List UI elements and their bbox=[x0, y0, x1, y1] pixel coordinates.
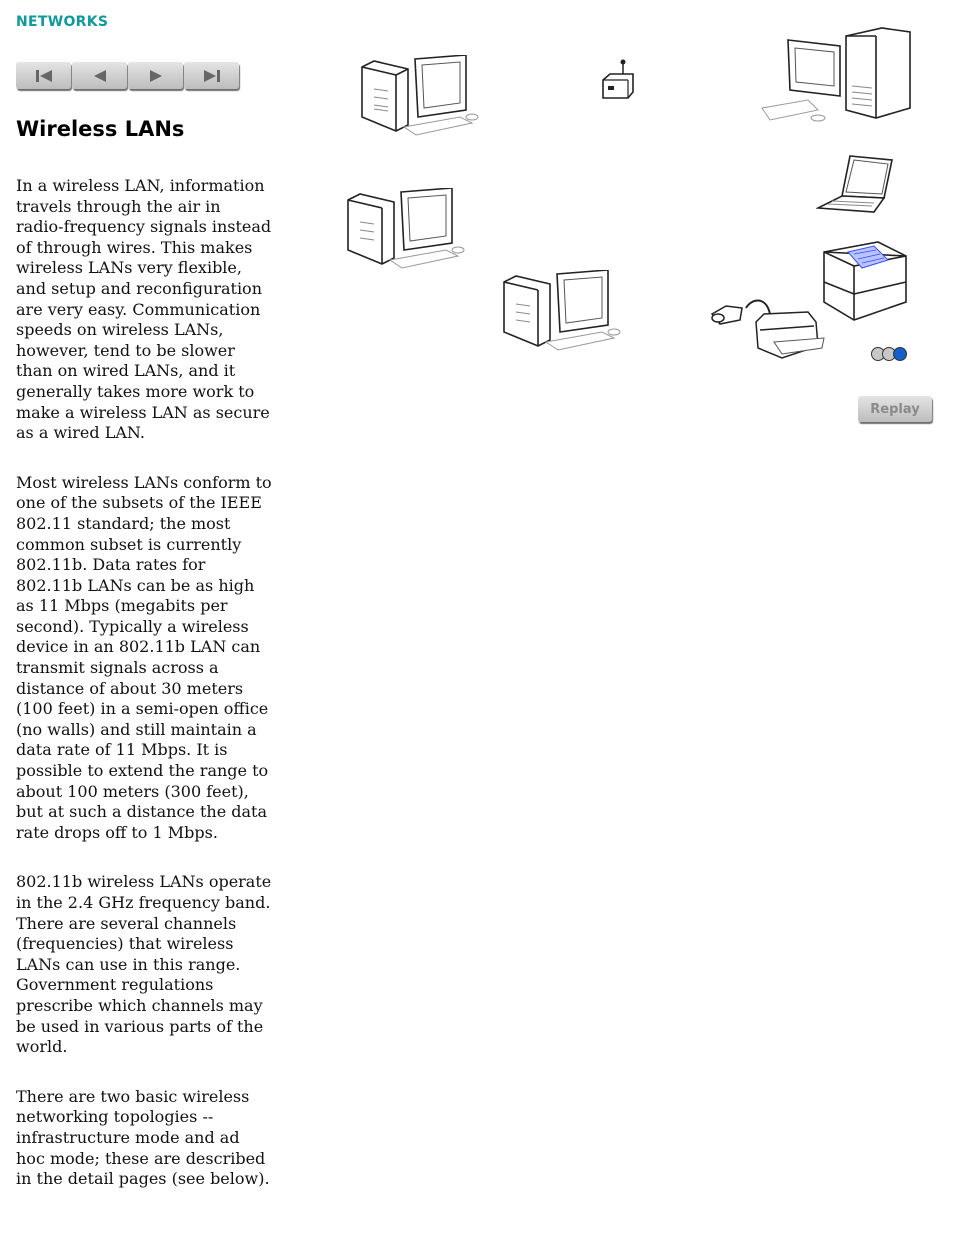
paragraph: 802.11b wireless LANs operate in the 2.4… bbox=[16, 872, 272, 1057]
desktop-computer-icon bbox=[503, 270, 621, 351]
previous-icon bbox=[93, 69, 106, 82]
laser-printer-icon bbox=[823, 241, 907, 321]
article-body: In a wireless LAN, information travels t… bbox=[16, 176, 272, 1219]
tower-computer-icon bbox=[761, 27, 911, 122]
skip-to-first-icon bbox=[35, 69, 52, 82]
paragraph: In a wireless LAN, information travels t… bbox=[16, 176, 272, 443]
animation-step-indicator bbox=[871, 347, 907, 361]
desktop-computer-icon bbox=[347, 188, 465, 269]
section-label: NETWORKS bbox=[16, 14, 109, 30]
skip-to-last-icon bbox=[203, 69, 220, 82]
laptop-icon bbox=[816, 155, 893, 213]
page-navigation bbox=[16, 62, 239, 89]
paragraph: Most wireless LANs conform to one of the… bbox=[16, 472, 272, 842]
last-page-button[interactable] bbox=[184, 62, 239, 89]
next-page-button[interactable] bbox=[128, 62, 183, 89]
replay-button[interactable]: Replay bbox=[858, 396, 932, 422]
step-dot-3-active[interactable] bbox=[893, 347, 907, 361]
previous-page-button[interactable] bbox=[72, 62, 127, 89]
wireless-access-point-icon bbox=[602, 59, 634, 99]
page-title: Wireless LANs bbox=[16, 117, 185, 141]
inkjet-printer-with-wireless-adapter-icon bbox=[710, 299, 825, 359]
first-page-button[interactable] bbox=[16, 62, 71, 89]
next-icon bbox=[149, 69, 162, 82]
desktop-computer-icon bbox=[361, 55, 479, 136]
paragraph: There are two basic wireless networking … bbox=[16, 1086, 270, 1189]
